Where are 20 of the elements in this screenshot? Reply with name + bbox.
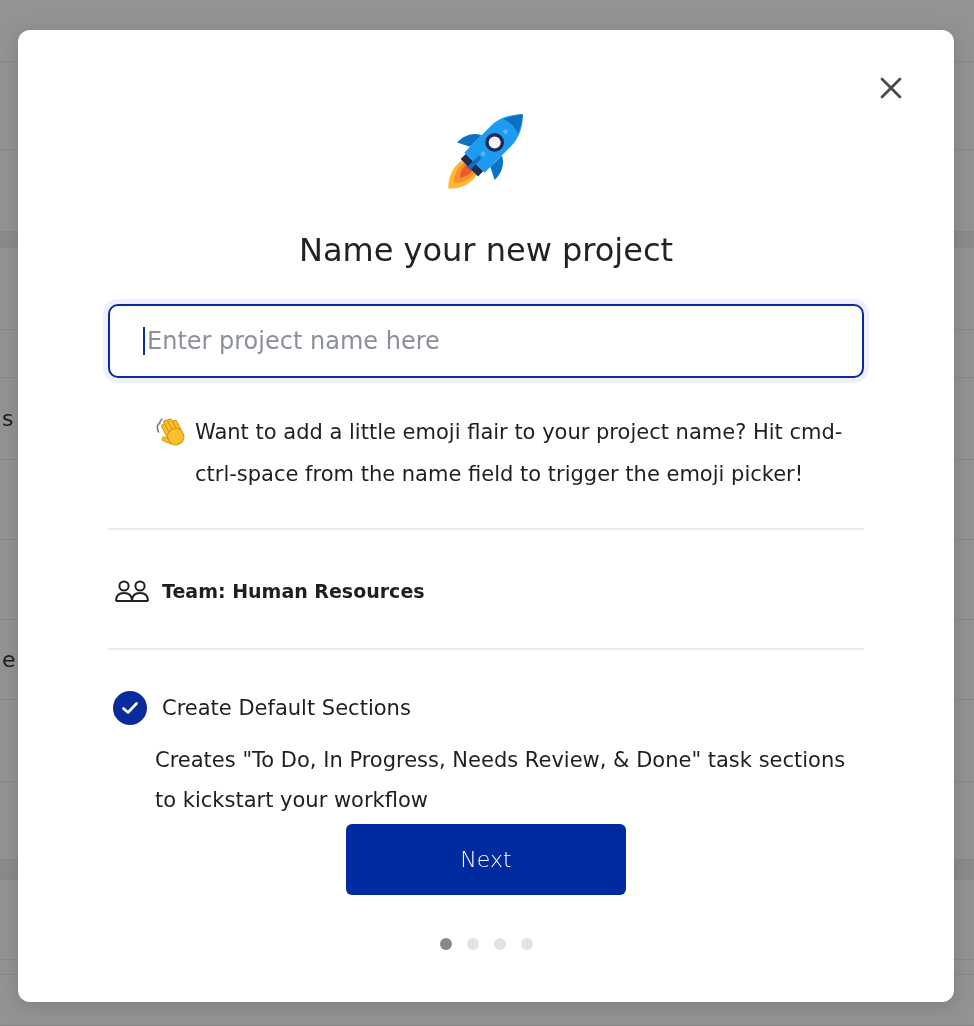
checkbox-label[interactable]: Create Default Sections [162, 693, 411, 723]
checkmark-icon [122, 702, 138, 714]
partial-row-text: e [1, 648, 16, 671]
checkbox[interactable] [113, 691, 147, 725]
waving-hand-icon [155, 415, 187, 447]
next-button[interactable]: Next [346, 824, 626, 895]
step-dot-icon[interactable] [493, 938, 506, 950]
text-cursor-icon [143, 327, 145, 355]
step-dot-icon[interactable] [466, 938, 479, 950]
close-button[interactable] [880, 77, 902, 99]
team-label: Team: Human Resources [162, 578, 425, 604]
emoji-tip-text: Want to add a little emoji flair to your project name? Hit cmd-ctrl-space from the name field to trigger the emoji picker! [195, 419, 844, 488]
project-name-field[interactable]: Enter project name here [108, 304, 864, 378]
partial-row-text: s [1, 407, 14, 430]
people-icon [115, 580, 149, 602]
sections-description: Creates "To Do, In Progress, Needs Review, & Done" task sections to kickstart your workflow [155, 747, 847, 814]
close-icon [880, 77, 902, 99]
step-dot-icon[interactable] [520, 938, 533, 950]
dialog-title: Name your new project [298, 230, 674, 270]
step-dot-icon[interactable] [439, 938, 452, 950]
